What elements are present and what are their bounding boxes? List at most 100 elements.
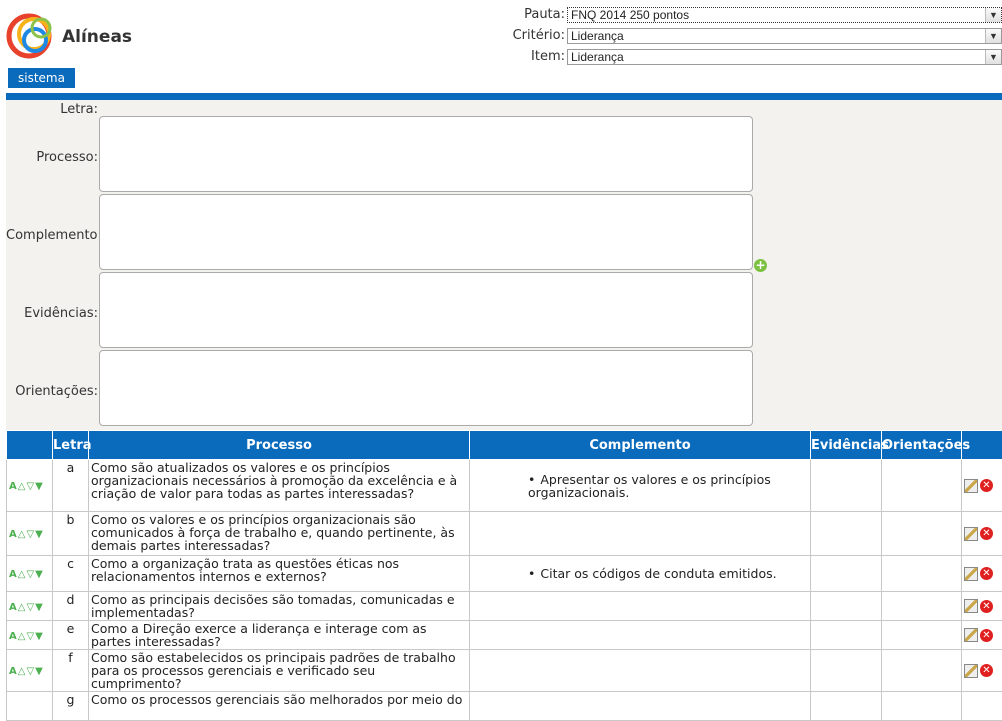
delete-icon[interactable]: ✕: [980, 664, 993, 677]
edit-icon[interactable]: [964, 628, 978, 642]
down-filled-icon[interactable]: ▼: [35, 568, 43, 581]
complemento-bullet: Apresentar os valores e os princípios or…: [528, 473, 808, 499]
table-row: A△▽▼ b Como os valores e os princípios o…: [7, 512, 1002, 556]
chevron-down-icon[interactable]: ▼: [985, 29, 1001, 43]
criterio-select[interactable]: Liderança ▼: [567, 28, 1002, 44]
row-processo: Como são atualizados os valores e os pri…: [89, 460, 470, 512]
alinea-form: Letra: Processo: Complemento: + Evidênci…: [6, 100, 1002, 430]
up-arrow-icon[interactable]: △: [18, 665, 26, 678]
row-actions: ✕: [962, 650, 1002, 692]
font-icon[interactable]: A: [9, 480, 17, 493]
row-processo: Como a organização trata as questões éti…: [89, 556, 470, 592]
edit-icon[interactable]: [964, 527, 978, 541]
header-orientacoes[interactable]: Orientações: [882, 431, 962, 460]
row-orientacoes: [882, 592, 962, 621]
header-complemento[interactable]: Complemento: [470, 431, 811, 460]
row-actions: [962, 692, 1002, 721]
row-evidencias: [811, 650, 882, 692]
orientacoes-label: Orientações:: [6, 384, 98, 399]
row-letra: a: [53, 460, 89, 512]
header-ops: [7, 431, 53, 460]
table-row: A△▽▼ a Como são atualizados os valores e…: [7, 460, 1002, 512]
up-arrow-icon[interactable]: △: [18, 630, 26, 643]
edit-icon[interactable]: [964, 479, 978, 493]
row-actions: ✕: [962, 556, 1002, 592]
header-evidencias[interactable]: Evidências: [811, 431, 882, 460]
font-icon[interactable]: A: [9, 601, 17, 614]
down-filled-icon[interactable]: ▼: [35, 528, 43, 541]
delete-icon[interactable]: ✕: [980, 479, 993, 492]
down-filled-icon[interactable]: ▼: [35, 630, 43, 643]
font-icon[interactable]: A: [9, 665, 17, 678]
item-label: Item:: [531, 49, 565, 64]
row-letra: e: [53, 621, 89, 650]
down-filled-icon[interactable]: ▼: [35, 665, 43, 678]
header-letra[interactable]: Letra: [53, 431, 89, 460]
complemento-textarea[interactable]: [99, 194, 753, 270]
down-filled-icon[interactable]: ▼: [35, 480, 43, 493]
table-row: A△▽▼ c Como a organização trata as quest…: [7, 556, 1002, 592]
delete-icon[interactable]: ✕: [980, 527, 993, 540]
row-ops: A△▽▼: [7, 556, 53, 592]
delete-icon[interactable]: ✕: [980, 629, 993, 642]
row-processo: Como os processos gerenciais são melhora…: [89, 692, 470, 721]
row-complemento: [470, 592, 811, 621]
header-processo[interactable]: Processo: [89, 431, 470, 460]
chevron-down-icon[interactable]: ▼: [985, 50, 1001, 64]
down-arrow-icon[interactable]: ▽: [26, 568, 34, 581]
letra-label: Letra:: [6, 102, 98, 117]
add-icon[interactable]: +: [754, 259, 767, 272]
divider-bar: [6, 93, 1002, 100]
processo-textarea[interactable]: [99, 116, 753, 192]
row-actions: ✕: [962, 512, 1002, 556]
table-row: g Como os processos gerenciais são melho…: [7, 692, 1002, 721]
filter-panel: Pauta: FNQ 2014 250 pontos ▼ Critério: L…: [513, 4, 1002, 67]
table-header-row: Letra Processo Complemento Evidências Or…: [7, 431, 1002, 460]
evidencias-label: Evidências:: [6, 306, 98, 321]
edit-icon[interactable]: [964, 664, 978, 678]
row-letra: f: [53, 650, 89, 692]
row-orientacoes: [882, 621, 962, 650]
edit-icon[interactable]: [964, 599, 978, 613]
row-evidencias: [811, 460, 882, 512]
app-logo: [5, 8, 60, 63]
font-icon[interactable]: A: [9, 528, 17, 541]
down-arrow-icon[interactable]: ▽: [26, 480, 34, 493]
item-select[interactable]: Liderança ▼: [567, 49, 1002, 65]
pauta-select[interactable]: FNQ 2014 250 pontos ▼: [567, 7, 1002, 23]
row-letra: b: [53, 512, 89, 556]
row-orientacoes: [882, 692, 962, 721]
down-arrow-icon[interactable]: ▽: [26, 528, 34, 541]
down-arrow-icon[interactable]: ▽: [26, 665, 34, 678]
criterio-value: Liderança: [571, 29, 624, 43]
table-row: A△▽▼ d Como as principais decisões são t…: [7, 592, 1002, 621]
up-arrow-icon[interactable]: △: [18, 528, 26, 541]
row-ops: A△▽▼: [7, 592, 53, 621]
filter-item: Item: Liderança ▼: [513, 46, 1002, 67]
up-arrow-icon[interactable]: △: [18, 480, 26, 493]
font-icon[interactable]: A: [9, 630, 17, 643]
row-evidencias: [811, 556, 882, 592]
up-arrow-icon[interactable]: △: [18, 601, 26, 614]
edit-icon[interactable]: [964, 567, 978, 581]
processo-label: Processo:: [6, 150, 98, 165]
down-filled-icon[interactable]: ▼: [35, 601, 43, 614]
pauta-label: Pauta:: [524, 7, 565, 22]
chevron-down-icon[interactable]: ▼: [985, 8, 1001, 22]
row-letra: c: [53, 556, 89, 592]
row-orientacoes: [882, 650, 962, 692]
delete-icon[interactable]: ✕: [980, 600, 993, 613]
row-ops: A△▽▼: [7, 621, 53, 650]
row-orientacoes: [882, 556, 962, 592]
down-arrow-icon[interactable]: ▽: [26, 630, 34, 643]
font-icon[interactable]: A: [9, 568, 17, 581]
menu-sistema[interactable]: sistema: [8, 68, 75, 88]
orientacoes-textarea[interactable]: [99, 350, 753, 426]
up-arrow-icon[interactable]: △: [18, 568, 26, 581]
down-arrow-icon[interactable]: ▽: [26, 601, 34, 614]
table-row: A△▽▼ f Como são estabelecidos os princip…: [7, 650, 1002, 692]
row-ops: A△▽▼: [7, 650, 53, 692]
row-evidencias: [811, 512, 882, 556]
delete-icon[interactable]: ✕: [980, 567, 993, 580]
evidencias-textarea[interactable]: [99, 272, 753, 348]
